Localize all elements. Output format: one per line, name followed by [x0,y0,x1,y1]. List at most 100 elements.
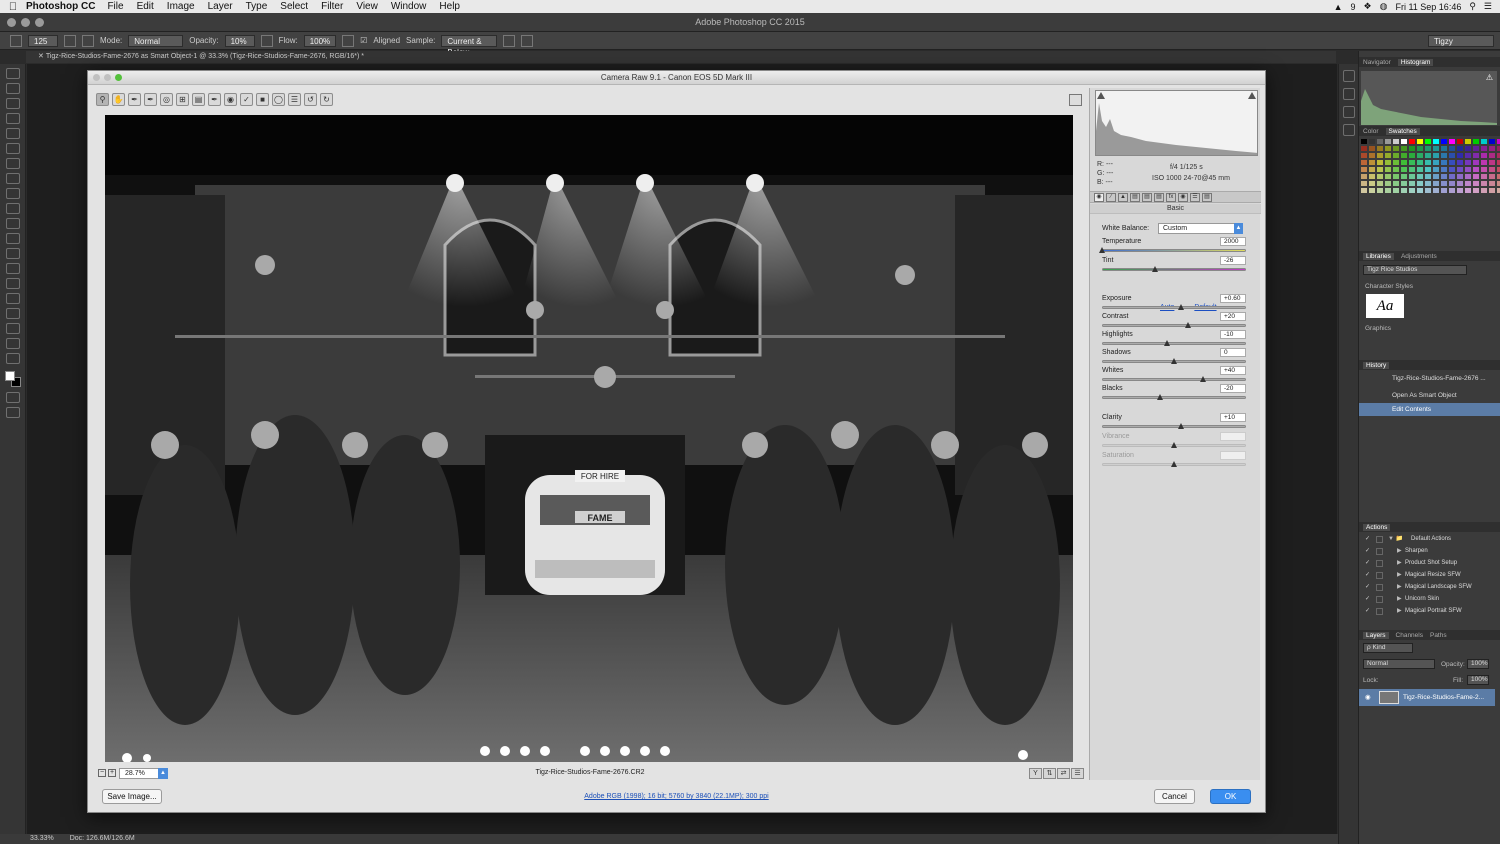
slider-thumb[interactable] [1099,247,1105,253]
swatch[interactable] [1393,181,1399,186]
shape-tool-icon[interactable] [5,323,20,334]
slider-value-input[interactable]: -20 [1220,384,1246,393]
swatch[interactable] [1401,160,1407,165]
swatch[interactable] [1433,153,1439,158]
disclosure-closed-icon[interactable]: ▶ [1397,570,1402,581]
swatch[interactable] [1457,153,1463,158]
swatch[interactable] [1481,167,1487,172]
swatch[interactable] [1393,153,1399,158]
history-item-open-smart-object[interactable]: Open As Smart Object [1359,389,1500,402]
tab-histogram[interactable]: Histogram [1397,58,1434,66]
swatch[interactable] [1433,174,1439,179]
mode-select[interactable]: Normal [128,34,184,47]
library-select[interactable]: Tigz Rice Studios [1363,265,1467,275]
menu-help[interactable]: Help [439,1,460,12]
swatch[interactable] [1417,181,1423,186]
document-tab-close-icon[interactable]: ✕ [38,53,46,60]
clock[interactable]: Fri 11 Sep 16:46 [1395,2,1461,12]
swatch[interactable] [1401,146,1407,151]
slider-thumb[interactable] [1163,340,1170,346]
swatch[interactable] [1377,174,1383,179]
swatch[interactable] [1361,181,1367,186]
swatch[interactable] [1457,167,1463,172]
swatch[interactable] [1449,181,1455,186]
swatch[interactable] [1385,167,1391,172]
brush-tool-icon[interactable] [5,173,20,184]
screen-mode-icon[interactable] [5,407,20,418]
tab-adjustments[interactable]: Adjustments [1401,253,1437,260]
layer-fill-input[interactable]: 100% [1467,675,1489,685]
action-set-default[interactable]: ✓ ▼ 📁 Default Actions [1359,534,1495,545]
swatch[interactable] [1425,146,1431,151]
slider-track[interactable] [1102,425,1246,428]
layer-row-smart-object[interactable]: ◉ Tigz-Rice-Studios-Fame-2... [1359,689,1495,706]
swatch[interactable] [1361,160,1367,165]
straighten-tool-icon[interactable]: ▤ [192,93,205,106]
swatch[interactable] [1449,146,1455,151]
swatch[interactable] [1425,139,1431,144]
swatch[interactable] [1433,188,1439,193]
swatch[interactable] [1457,174,1463,179]
swatch[interactable] [1473,188,1479,193]
swatch[interactable] [1369,153,1375,158]
tab-libraries[interactable]: Libraries [1363,252,1394,260]
clone-source-panel-icon[interactable] [1342,124,1355,136]
character-panel-icon[interactable] [1342,70,1355,82]
swatch[interactable] [1433,146,1439,151]
swatch[interactable] [1465,153,1471,158]
character-style-sample[interactable]: Aa [1366,294,1404,318]
preferences-icon[interactable]: ☰ [288,93,301,106]
swatch[interactable] [1425,174,1431,179]
sample-select[interactable]: Current & Below [441,34,498,57]
path-select-tool-icon[interactable] [5,308,20,319]
tab-swatches[interactable]: Swatches [1385,127,1420,135]
tab-paths[interactable]: Paths [1430,632,1447,639]
wifi-icon[interactable]: ◍ [1380,1,1388,12]
swatch[interactable] [1377,181,1383,186]
swatch[interactable] [1481,160,1487,165]
close-window-button[interactable] [7,18,16,27]
white-balance-tool-icon[interactable]: ✒ [128,93,141,106]
slider-thumb[interactable] [1178,423,1185,429]
apple-icon[interactable]:  [0,1,26,13]
action-check-icon[interactable]: ✓ [1365,594,1370,605]
swatch[interactable] [1385,153,1391,158]
swatch[interactable] [1393,160,1399,165]
tab-history[interactable]: History [1363,361,1390,369]
swatch[interactable] [1417,153,1423,158]
fullscreen-toggle-icon[interactable] [1069,94,1082,106]
swatch[interactable] [1409,146,1415,151]
swatch[interactable] [1449,167,1455,172]
notification-icon[interactable]: ▲ [1334,2,1343,12]
tab-basic-icon[interactable]: ◉ [1094,192,1104,202]
swatch[interactable] [1449,188,1455,193]
pressure-opacity-icon[interactable] [260,34,273,47]
healing-brush-tool-icon[interactable] [5,158,20,169]
swatch[interactable] [1393,188,1399,193]
dropbox-icon[interactable]: ❖ [1364,1,1372,12]
tab-tone-curve-icon[interactable]: ∕ [1106,192,1116,202]
swatch[interactable] [1401,174,1407,179]
rotate-right-icon[interactable]: ↻ [320,93,333,106]
crop-tool-icon[interactable]: ⊞ [176,93,189,106]
swatch[interactable] [1457,160,1463,165]
action-dialog-toggle[interactable] [1376,560,1383,567]
tab-navigator[interactable]: Navigator [1363,59,1391,66]
swatch[interactable] [1401,181,1407,186]
copy-settings-icon[interactable]: ⇄ [1057,768,1070,779]
swatch[interactable] [1385,174,1391,179]
app-menu[interactable]: Photoshop CC [26,1,95,12]
slider-thumb[interactable] [1171,358,1177,364]
action-check-icon[interactable]: ✓ [1365,546,1370,557]
action-item-magical-portrait[interactable]: ✓ ▶ Magical Portrait SFW [1359,606,1495,617]
swatch[interactable] [1385,181,1391,186]
slider-value-input[interactable]: 0 [1220,348,1246,357]
tab-split-toning-icon[interactable]: ▤ [1142,192,1152,202]
blur-tool-icon[interactable] [5,248,20,259]
tab-effects-icon[interactable]: fx [1166,192,1176,202]
swatch[interactable] [1425,181,1431,186]
menu-type[interactable]: Type [246,1,268,12]
tab-actions[interactable]: Actions [1363,523,1391,531]
layer-blend-mode[interactable]: Normal [1363,659,1435,669]
disclosure-closed-icon[interactable]: ▶ [1397,546,1402,557]
